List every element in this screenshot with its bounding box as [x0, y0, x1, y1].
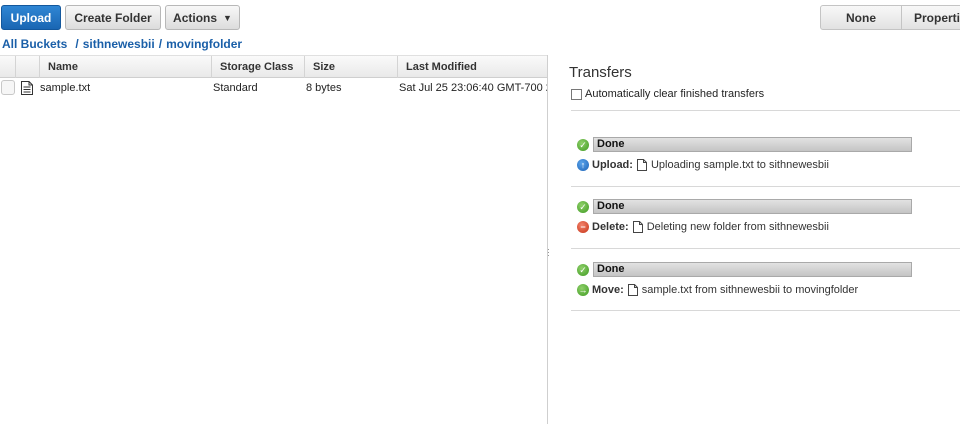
operation-label: Move: [592, 284, 624, 296]
actions-label: Actions [173, 10, 218, 25]
breadcrumb-separator: / [75, 37, 79, 51]
breadcrumb-all-buckets[interactable]: All Buckets [2, 37, 67, 51]
checkbox-box[interactable] [571, 88, 582, 100]
row-name[interactable]: sample.txt [40, 82, 90, 94]
breadcrumb-bucket[interactable]: sithnewesbii [83, 37, 155, 51]
create-folder-button[interactable]: Create Folder [65, 5, 161, 30]
transfer-progress-bar: Done [593, 199, 912, 214]
status-label: Done [597, 138, 625, 150]
file-icon [627, 284, 638, 296]
column-header-storage-class[interactable]: Storage Class [211, 56, 304, 78]
column-header-select [0, 56, 15, 78]
row-size: 8 bytes [306, 82, 342, 94]
move-arrow-icon: → [577, 284, 589, 296]
table-header: Name Storage Class Size Last Modified [0, 55, 548, 78]
column-header-icon [15, 56, 39, 78]
divider [571, 310, 960, 311]
upload-arrow-icon: ↑ [577, 159, 589, 171]
transfer-text: Deleting new folder from sithnewesbii [646, 221, 829, 233]
column-header-name[interactable]: Name [39, 56, 211, 78]
row-select-checkbox[interactable] [1, 80, 15, 95]
transfer-status: ✓ [577, 201, 589, 213]
none-button[interactable]: None [820, 5, 902, 30]
transfer-description: ↑ Upload: Uploading sample.txt to sithne… [577, 159, 829, 171]
status-label: Done [597, 200, 625, 212]
divider [571, 110, 960, 111]
table-row[interactable]: sample.txt Standard 8 bytes Sat Jul 25 2… [0, 78, 548, 100]
column-header-size[interactable]: Size [304, 56, 397, 78]
transfer-text: Uploading sample.txt to sithnewesbii [650, 159, 829, 171]
transfer-progress-bar: Done [593, 262, 912, 277]
upload-button[interactable]: Upload [1, 5, 61, 30]
breadcrumb-folder[interactable]: movingfolder [166, 37, 242, 51]
transfer-status: ✓ [577, 139, 589, 151]
check-circle-icon: ✓ [577, 139, 589, 151]
file-icon [632, 221, 643, 233]
text-file-icon [21, 81, 33, 95]
transfer-progress-bar: Done [593, 137, 912, 152]
breadcrumb: All Buckets / sithnewesbii / movingfolder [2, 37, 242, 51]
properties-button[interactable]: Properti [901, 5, 960, 30]
auto-clear-checkbox[interactable]: Automatically clear finished transfers [571, 88, 764, 100]
file-icon [636, 159, 647, 171]
row-last-modified: Sat Jul 25 23:06:40 GMT-700 20 [399, 82, 548, 94]
transfer-description: → Move: sample.txt from sithnewesbii to … [577, 284, 858, 296]
check-circle-icon: ✓ [577, 264, 589, 276]
operation-label: Upload: [592, 159, 633, 171]
chevron-down-icon: ▼ [223, 12, 232, 23]
transfer-text: sample.txt from sithnewesbii to movingfo… [641, 284, 859, 296]
transfer-description: − Delete: Deleting new folder from sithn… [577, 221, 829, 233]
divider [571, 186, 960, 187]
transfer-status: ✓ [577, 264, 589, 276]
transfers-pane: Transfers Automatically clear finished t… [548, 55, 960, 424]
operation-label: Delete: [592, 221, 629, 233]
status-label: Done [597, 263, 625, 275]
breadcrumb-separator: / [158, 37, 163, 51]
column-header-last-modified[interactable]: Last Modified [397, 56, 548, 78]
auto-clear-label: Automatically clear finished transfers [585, 88, 765, 100]
actions-dropdown-button[interactable]: Actions ▼ [165, 5, 240, 30]
delete-minus-icon: − [577, 221, 589, 233]
row-storage-class: Standard [213, 82, 258, 94]
transfers-title: Transfers [569, 64, 632, 81]
divider [571, 248, 960, 249]
check-circle-icon: ✓ [577, 201, 589, 213]
object-list-pane: Name Storage Class Size Last Modified sa… [0, 55, 548, 424]
